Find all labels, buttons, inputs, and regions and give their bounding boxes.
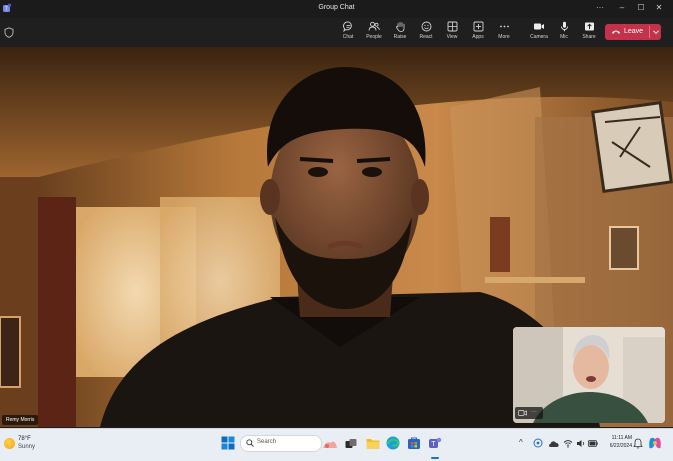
react-label: React — [419, 34, 433, 40]
share-button[interactable]: Share — [576, 21, 602, 45]
mic-icon — [560, 21, 568, 32]
mic-label: Mic — [560, 34, 568, 40]
chat-label: Chat — [342, 34, 354, 40]
apps-label: Apps — [472, 34, 484, 40]
meeting-toolbar: Chat People Raise React View Apps More C… — [0, 18, 673, 47]
more-label: More — [498, 34, 510, 40]
tray-overflow-chevron[interactable]: ^ — [519, 438, 523, 447]
file-explorer-icon[interactable] — [366, 437, 380, 450]
clock-date: 6/22/2024 — [609, 443, 632, 449]
sun-icon — [4, 438, 15, 449]
task-view-icon[interactable] — [345, 438, 357, 450]
teams-icon[interactable]: T — [428, 436, 442, 450]
react-button[interactable]: React — [413, 21, 439, 45]
leave-button[interactable]: Leave — [605, 24, 661, 40]
minimize-button[interactable]: – — [615, 3, 629, 12]
more-icon — [499, 25, 509, 28]
window-title: Group Chat — [318, 4, 355, 11]
search-icon — [246, 439, 254, 447]
close-button[interactable]: ✕ — [652, 3, 666, 12]
more-button[interactable]: More — [491, 21, 517, 45]
start-icon[interactable] — [221, 436, 235, 450]
title-bar: T Group Chat ··· – ☐ ✕ — [0, 0, 673, 18]
camera-label: Camera — [530, 34, 548, 40]
clock-time: 11:11 AM — [611, 435, 632, 441]
maximize-button[interactable]: ☐ — [634, 3, 648, 12]
weather-condition: Sunny — [18, 444, 36, 450]
svg-text:T: T — [431, 441, 436, 448]
chat-icon — [342, 21, 352, 32]
store-icon[interactable] — [407, 436, 421, 450]
teams-active-indicator — [431, 457, 439, 459]
search-placeholder: Search — [257, 439, 277, 445]
people-label: People — [366, 34, 382, 40]
shield-icon — [4, 27, 14, 38]
view-button[interactable]: View — [439, 21, 465, 45]
people-icon — [368, 21, 380, 31]
raise-hand-icon — [395, 21, 404, 32]
notification-bell-icon[interactable] — [633, 438, 643, 449]
react-icon — [421, 21, 431, 32]
view-icon — [447, 21, 457, 32]
wifi-icon[interactable] — [563, 439, 573, 448]
network-status-icon[interactable] — [533, 438, 543, 448]
camera-off-icon — [518, 410, 527, 416]
self-view-more[interactable]: ··· — [531, 409, 537, 415]
chat-button[interactable]: Chat — [335, 21, 361, 45]
apps-button[interactable]: Apps — [465, 21, 491, 45]
taskbar-search[interactable]: Search — [240, 435, 322, 452]
weather-temp: 78°F — [18, 436, 31, 442]
system-clock[interactable]: 11:11 AM 6/22/2024 — [602, 434, 632, 450]
self-view-controls[interactable]: ··· — [515, 407, 543, 419]
raise-hand-button[interactable]: Raise — [387, 21, 413, 45]
raise-label: Raise — [393, 34, 407, 40]
camera-button[interactable]: Camera — [526, 21, 552, 45]
battery-icon[interactable] — [588, 440, 598, 447]
window-more-button[interactable]: ··· — [593, 3, 607, 12]
copilot-icon[interactable] — [648, 436, 662, 450]
widgets-icon[interactable] — [322, 436, 338, 452]
volume-icon[interactable] — [576, 439, 586, 448]
share-icon — [584, 22, 594, 31]
phone-hangup-icon — [612, 30, 620, 34]
apps-icon — [473, 21, 483, 32]
leave-label: Leave — [624, 28, 644, 35]
chevron-down-icon[interactable] — [652, 28, 660, 36]
edge-icon[interactable] — [386, 436, 400, 450]
camera-icon — [534, 23, 544, 30]
people-button[interactable]: People — [361, 21, 387, 45]
leave-divider — [649, 26, 650, 38]
taskbar: 78°F Sunny Search T ^ 11:11 AM 6/22/2024 — [0, 428, 673, 461]
mic-button[interactable]: Mic — [551, 21, 577, 45]
onedrive-icon[interactable] — [548, 439, 560, 448]
share-label: Share — [582, 34, 596, 40]
view-label: View — [446, 34, 458, 40]
participant-name-tag: Remy Morris — [2, 415, 39, 425]
